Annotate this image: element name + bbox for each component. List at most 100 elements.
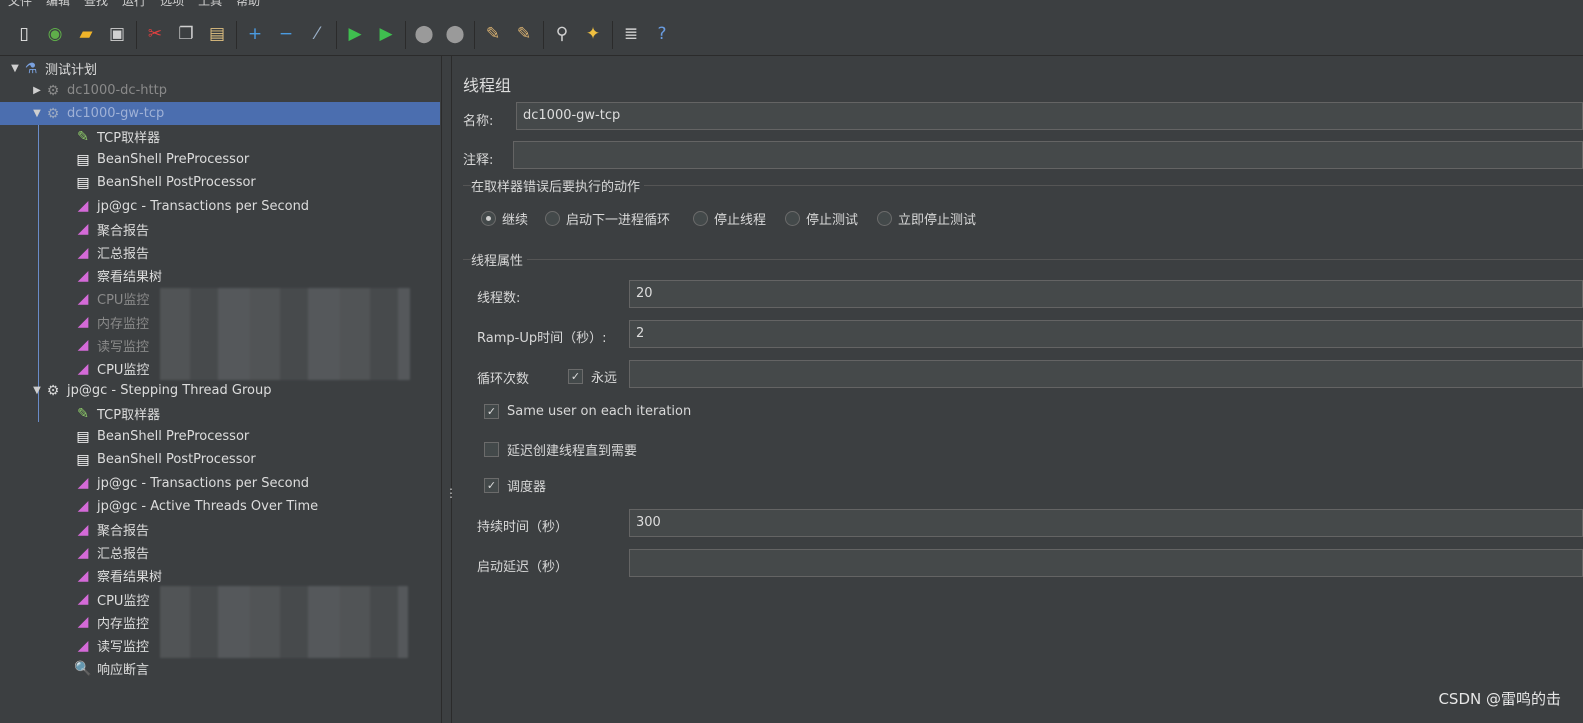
tree-node[interactable]: ◢ 聚合报告 [74, 518, 440, 541]
tree-node[interactable]: ✎ TCP取样器 [74, 125, 440, 148]
chevron-right-icon[interactable]: ▶ [30, 85, 44, 96]
menu-options[interactable]: 选项 [160, 0, 184, 8]
tree-node-label: BeanShell PostProcessor [97, 452, 256, 468]
startup-delay-field[interactable] [629, 549, 1583, 577]
tree-node-stepping-thread-group[interactable]: ▼ ⚙ jp@gc - Stepping Thread Group [30, 379, 470, 402]
shutdown-icon[interactable]: ⬤ [443, 22, 467, 48]
tree-node[interactable]: ◢ jp@gc - Transactions per Second [74, 472, 440, 495]
chart-icon: ◢ [77, 544, 89, 561]
chart-icon: ◢ [77, 591, 89, 608]
tree-node[interactable]: ▤ BeanShell PostProcessor [74, 448, 440, 471]
cut-icon[interactable]: ✂ [143, 22, 167, 48]
tree-node-label: 内存监控 [97, 316, 150, 332]
checkbox-check-icon: ✓ [568, 369, 583, 384]
chart-icon: ◢ [77, 614, 89, 631]
error-action-group-title: 在取样器错误后要执行的动作 [471, 176, 645, 195]
clear-all-icon[interactable]: ✎ [512, 22, 536, 48]
magnifier-icon: 🔍 [74, 660, 92, 677]
redacted-area [160, 586, 408, 658]
error-action-radio[interactable]: 启动下一进程循环 [545, 209, 670, 228]
tree-node-label: CPU监控 [97, 593, 150, 609]
templates-icon[interactable]: ◉ [43, 22, 67, 48]
chevron-down-icon[interactable]: ▼ [30, 385, 44, 396]
tree-node[interactable]: ◢ 察看结果树 [74, 564, 440, 587]
comment-field[interactable] [513, 141, 1583, 169]
new-icon[interactable]: ▯ [12, 22, 36, 48]
loop-count-field[interactable] [629, 360, 1583, 388]
tree-node-label: CPU监控 [97, 293, 150, 309]
tree-node-test-plan[interactable]: ▼ ⚗ 测试计划 [8, 57, 448, 80]
chart-icon: ◢ [77, 521, 89, 538]
error-action-label: 启动下一进程循环 [566, 213, 671, 228]
menu-search[interactable]: 查找 [84, 0, 108, 8]
tree-node-label: 聚合报告 [97, 524, 150, 539]
tree-node[interactable]: 🔍 响应断言 [74, 657, 440, 680]
tree-node[interactable]: ◢ 察看结果树 [74, 264, 440, 287]
error-action-radio[interactable]: 停止线程 [693, 209, 766, 228]
error-action-label: 立即停止测试 [898, 213, 977, 228]
expand-icon[interactable]: + [243, 22, 267, 48]
stop-icon[interactable]: ⬤ [412, 22, 436, 48]
delay-create-label: 延迟创建线程直到需要 [507, 444, 638, 459]
threads-field[interactable]: 20 [629, 280, 1583, 308]
panel-splitter[interactable]: ⋮ [442, 56, 457, 723]
scheduler-checkbox[interactable]: ✓ 调度器 [484, 476, 546, 495]
tree-node[interactable]: ▤ BeanShell PreProcessor [74, 425, 440, 448]
tree-node-label: TCP取样器 [97, 131, 161, 146]
chart-icon: ◢ [77, 221, 89, 238]
loop-forever-checkbox[interactable]: ✓ 永远 [568, 367, 617, 386]
tree-node-thread-group-http[interactable]: ▶ ⚙ dc1000-dc-http [30, 79, 470, 102]
tree-node-label: BeanShell PreProcessor [97, 152, 250, 168]
clear-icon[interactable]: ✎ [481, 22, 505, 48]
toolbar: ▯ ◉ ▰ ▣ ✂ ❐ ▤ + − ⁄ ▶ ▶ ⬤ ⬤ ✎ ✎ ⚲ ✦ ≣? [0, 14, 1583, 56]
error-action-radio[interactable]: 继续 [481, 209, 528, 228]
start-icon[interactable]: ▶ [343, 22, 367, 48]
scheduler-label: 调度器 [507, 480, 547, 495]
reset-search-icon[interactable]: ✦ [581, 22, 605, 48]
script-icon: ▤ [76, 428, 90, 445]
rampup-field[interactable]: 2 [629, 320, 1583, 348]
error-action-radio[interactable]: 停止测试 [785, 209, 858, 228]
tree-node[interactable]: ◢ jp@gc - Active Threads Over Time [74, 495, 440, 518]
tree-node[interactable]: ✎ TCP取样器 [74, 402, 440, 425]
tree-node-label: dc1000-gw-tcp [67, 106, 165, 121]
pencil-icon: ✎ [77, 128, 89, 145]
watermark: CSDN @雷鸣的击 [1438, 690, 1561, 708]
tree-node[interactable]: ◢ 聚合报告 [74, 218, 440, 241]
tree-node[interactable]: ◢ 汇总报告 [74, 241, 440, 264]
loop-count-label: 循环次数 [477, 372, 530, 387]
delay-create-checkbox[interactable]: 延迟创建线程直到需要 [484, 440, 637, 459]
tree-node[interactable]: ◢ 汇总报告 [74, 541, 440, 564]
tree-node[interactable]: ▤ BeanShell PreProcessor [74, 148, 440, 171]
menu-edit[interactable]: 编辑 [46, 0, 70, 8]
start-no-pause-icon[interactable]: ▶ [374, 22, 398, 48]
collapse-icon[interactable]: − [274, 22, 298, 48]
chevron-down-icon[interactable]: ▼ [30, 108, 44, 119]
thread-props-group-title: 线程属性 [471, 250, 528, 269]
duration-field[interactable]: 300 [629, 509, 1583, 537]
tree-node-label: 读写监控 [97, 339, 150, 355]
help-icon[interactable]: ? [650, 22, 674, 48]
search-icon[interactable]: ⚲ [550, 22, 574, 48]
menu-tools[interactable]: 工具 [198, 0, 222, 8]
error-action-radio[interactable]: 立即停止测试 [877, 209, 976, 228]
same-user-checkbox[interactable]: ✓ Same user on each iteration [484, 404, 691, 419]
open-icon[interactable]: ▰ [74, 22, 98, 48]
gear-icon: ⚙ [46, 382, 60, 399]
copy-icon[interactable]: ❐ [174, 22, 198, 48]
gear-icon: ⚙ [46, 105, 60, 122]
page-title: 线程组 [463, 76, 512, 95]
paste-icon[interactable]: ▤ [205, 22, 229, 48]
function-helper-icon[interactable]: ≣ [619, 22, 643, 48]
chevron-down-icon[interactable]: ▼ [8, 63, 22, 74]
toolbar-separator [136, 20, 137, 49]
tree-node[interactable]: ◢ jp@gc - Transactions per Second [74, 195, 440, 218]
menu-run[interactable]: 运行 [122, 0, 146, 8]
tree-node[interactable]: ▤ BeanShell PostProcessor [74, 171, 440, 194]
save-icon[interactable]: ▣ [105, 22, 129, 48]
name-field[interactable]: dc1000-gw-tcp [516, 102, 1583, 130]
toggle-icon[interactable]: ⁄ [305, 22, 329, 48]
menu-help[interactable]: 帮助 [236, 0, 260, 8]
tree-node-thread-group-tcp[interactable]: ▼ ⚙ dc1000-gw-tcp [0, 102, 440, 125]
menu-file[interactable]: 文件 [8, 0, 32, 8]
